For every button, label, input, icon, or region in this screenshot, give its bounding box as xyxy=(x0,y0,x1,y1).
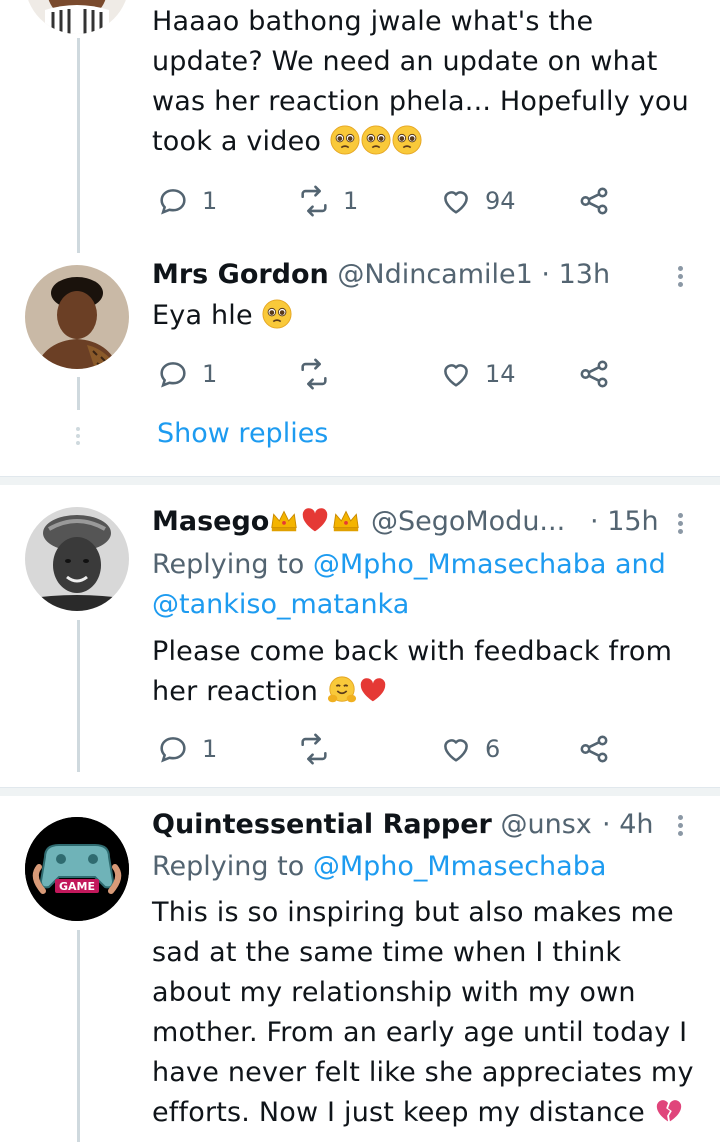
mention-link[interactable]: @tankiso_matanka xyxy=(152,589,409,620)
tweet-time: · 4h xyxy=(602,806,680,844)
tweet-actions: 1 1 94 xyxy=(152,180,622,222)
share-button[interactable] xyxy=(577,180,611,222)
replying-to: Replying to @Mpho_Mmasechaba xyxy=(152,847,680,887)
avatar[interactable] xyxy=(25,507,129,611)
tweet-actions: 1 14 xyxy=(152,353,622,395)
reply-count: 1 xyxy=(202,360,218,388)
mention-link[interactable]: @Mpho_Mmasechaba xyxy=(313,851,607,882)
avatar-image xyxy=(25,265,129,369)
like-button[interactable]: 6 xyxy=(439,728,500,770)
replying-and: and xyxy=(614,549,666,580)
separator-dot: · xyxy=(541,259,550,290)
more-options-icon[interactable] xyxy=(678,510,686,537)
red-heart-emoji xyxy=(360,678,386,702)
like-button[interactable]: 94 xyxy=(439,180,516,222)
thread-line xyxy=(77,930,80,1142)
thread-line xyxy=(77,620,80,772)
broken-heart-emoji xyxy=(656,1100,681,1122)
reply-count: 1 xyxy=(202,187,218,215)
retweet-icon xyxy=(301,733,327,765)
timestamp[interactable]: 4h xyxy=(619,809,653,840)
replying-to-label: Replying to xyxy=(152,549,305,580)
emoji-group xyxy=(330,125,423,157)
reply-button[interactable]: 1 xyxy=(156,353,217,395)
pleading-face-emoji xyxy=(262,299,292,329)
tweet-time: · 15h xyxy=(590,503,680,541)
like-count: 94 xyxy=(485,187,516,215)
like-count: 14 xyxy=(485,360,516,388)
heart-icon xyxy=(444,191,468,214)
avatar[interactable] xyxy=(25,0,129,34)
reply-button[interactable]: 1 xyxy=(156,728,217,770)
timestamp[interactable]: 15h xyxy=(607,506,658,537)
retweet-count: 1 xyxy=(343,187,359,215)
tweet-header: Masego @SegoModu... xyxy=(152,503,600,541)
display-name[interactable]: Masego xyxy=(152,506,269,537)
avatar-image xyxy=(25,507,129,611)
retweet-button[interactable]: 1 xyxy=(297,180,358,222)
avatar-image xyxy=(25,0,129,34)
more-options-icon[interactable] xyxy=(678,263,686,290)
tweet-text: Eya hle xyxy=(152,296,698,336)
replying-to-label: Replying to xyxy=(152,851,305,882)
tweet-actions: 1 6 xyxy=(152,728,622,770)
share-button[interactable] xyxy=(577,728,611,770)
reply-button[interactable]: 1 xyxy=(156,180,217,222)
reply-icon xyxy=(160,737,186,763)
share-icon xyxy=(580,360,608,388)
like-count: 6 xyxy=(485,735,501,763)
name-emojis xyxy=(269,506,362,537)
share-icon xyxy=(580,187,608,215)
avatar[interactable] xyxy=(25,265,129,369)
avatar[interactable]: GAME xyxy=(25,817,129,921)
more-options-icon[interactable] xyxy=(678,812,686,839)
reply-icon xyxy=(160,189,186,215)
replying-to: Replying to @Mpho_Mmasechaba and @tankis… xyxy=(152,545,680,625)
pleading-face-emoji xyxy=(361,125,391,155)
mention-link[interactable]: @Mpho_Mmasechaba xyxy=(313,549,607,580)
separator-dot: · xyxy=(602,809,611,840)
section-divider xyxy=(0,476,720,485)
retweet-button[interactable] xyxy=(297,728,331,770)
hugging-face-emoji xyxy=(327,676,356,703)
retweet-button[interactable] xyxy=(297,353,331,395)
thread-line xyxy=(77,38,80,253)
separator-dot: · xyxy=(590,506,599,537)
crown-emoji xyxy=(333,510,360,532)
logo-text: GAME xyxy=(59,880,95,893)
heart-icon xyxy=(444,739,468,762)
reply-icon xyxy=(160,362,186,388)
pleading-face-emoji xyxy=(330,125,360,155)
tweet-header: Quintessential Rapper @unsx... xyxy=(152,806,592,844)
show-replies-link[interactable]: Show replies xyxy=(157,414,328,454)
reply-count: 1 xyxy=(202,735,218,763)
tweet-text: This is so inspiring but also makes me s… xyxy=(152,897,694,1128)
thread-dots xyxy=(76,424,80,448)
thread-line xyxy=(77,377,80,410)
handle[interactable]: @SegoModu... xyxy=(371,506,565,537)
handle[interactable]: @unsx... xyxy=(500,809,592,840)
heart-icon xyxy=(444,364,468,387)
game-logo-avatar: GAME xyxy=(25,817,129,921)
timestamp[interactable]: 13h xyxy=(559,259,610,290)
display-name[interactable]: Quintessential Rapper xyxy=(152,809,492,840)
share-button[interactable] xyxy=(577,353,611,395)
red-heart-emoji xyxy=(303,508,328,532)
share-icon xyxy=(580,735,608,763)
retweet-icon xyxy=(301,358,327,390)
like-button[interactable]: 14 xyxy=(439,353,516,395)
tweet-header: Mrs Gordon @Ndincamile1 · 13h xyxy=(152,256,660,294)
display-name[interactable]: Mrs Gordon xyxy=(152,259,329,290)
pleading-face-emoji xyxy=(392,125,422,155)
tweet-text: Haaao bathong jwale what's the update? W… xyxy=(152,6,689,157)
retweet-icon xyxy=(301,185,327,217)
tweet-text: Please come back with feedback from her … xyxy=(152,636,673,707)
handle[interactable]: @Ndincamile1 xyxy=(337,259,532,290)
crown-emoji xyxy=(271,510,298,532)
section-divider xyxy=(0,787,720,796)
